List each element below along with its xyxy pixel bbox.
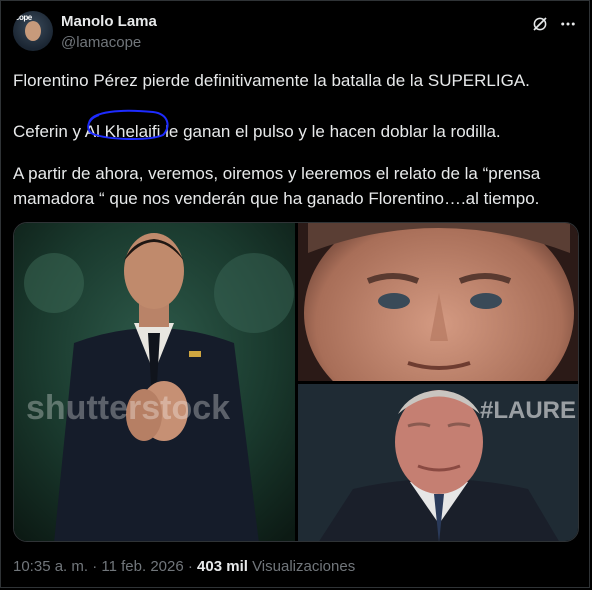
views-label: Visualizaciones bbox=[252, 558, 356, 575]
meta-separator: · bbox=[92, 558, 98, 575]
photo-older-man-suit[interactable]: #LAURE bbox=[298, 384, 579, 542]
tweet-paragraph-3: A partir de ahora, veremos, oiremos y le… bbox=[13, 164, 541, 208]
photo-close-up-face[interactable] bbox=[298, 223, 579, 381]
tweet-media[interactable]: shutterstock #LAURE bbox=[13, 222, 579, 542]
grok-icon[interactable] bbox=[531, 15, 549, 33]
meta-separator: · bbox=[187, 558, 193, 575]
more-options-icon[interactable] bbox=[559, 15, 577, 33]
backdrop-text: #LAURE bbox=[480, 397, 576, 424]
avatar[interactable]: cope bbox=[13, 11, 53, 51]
avatar-badge: cope bbox=[15, 13, 32, 22]
photo-man-clapping[interactable]: shutterstock bbox=[14, 223, 295, 542]
tweet-paragraph-1: Florentino Pérez pierde definitivamente … bbox=[13, 71, 530, 90]
views-count: 403 mil bbox=[197, 558, 248, 575]
watermark-text: shutterstock bbox=[26, 389, 230, 427]
hand-drawn-circle-annotation bbox=[87, 109, 169, 141]
tweet-time[interactable]: 10:35 a. m. bbox=[13, 558, 88, 575]
tweet-meta: 10:35 a. m. · 11 feb. 2026 · 403 mil Vis… bbox=[13, 558, 355, 575]
tweet-date[interactable]: 11 feb. 2026 bbox=[101, 558, 183, 575]
tweet-header: cope Manolo Lama @lamacope bbox=[13, 11, 579, 55]
author-name[interactable]: Manolo Lama bbox=[61, 13, 157, 30]
avatar-face bbox=[25, 21, 41, 41]
tweet-card[interactable]: cope Manolo Lama @lamacope Florentino Pé… bbox=[0, 0, 590, 588]
author-handle[interactable]: @lamacope bbox=[61, 34, 141, 51]
